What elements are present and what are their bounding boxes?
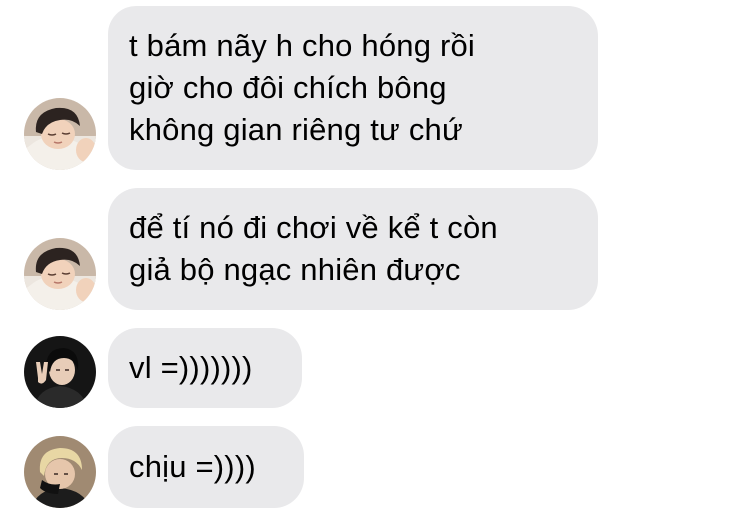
message-thread: t bám nãy h cho hóng rồi giờ cho đôi chí… [0,0,750,517]
message-bubble[interactable]: để tí nó đi chơi về kể t còn giả bộ ngạc… [108,188,598,310]
message-text-line: không gian riêng tư chứ [129,112,463,147]
message-bubble[interactable]: chịu =)))) [108,426,304,508]
avatar-blond-boy-icon [24,436,96,508]
avatar-sleeping-boy-icon [24,238,96,310]
message-text-line: t bám nãy h cho hóng rồi [129,28,476,63]
sender-avatar[interactable] [24,336,96,408]
sender-avatar[interactable] [24,98,96,170]
message-text-line: giờ cho đôi chích bông [129,70,447,105]
message-text-line: vl =))))))) [129,350,253,385]
message-text-line: để tí nó đi chơi về kể t còn [129,210,498,245]
avatar-sleeping-boy-icon [24,98,96,170]
sender-avatar[interactable] [24,436,96,508]
avatar-peace-sign-boy-icon [24,336,96,408]
sender-avatar[interactable] [24,238,96,310]
message-text-line: chịu =)))) [129,449,256,484]
message-text-line: giả bộ ngạc nhiên được [129,252,461,287]
message-bubble[interactable]: vl =))))))) [108,328,302,408]
message-bubble[interactable]: t bám nãy h cho hóng rồi giờ cho đôi chí… [108,6,598,170]
